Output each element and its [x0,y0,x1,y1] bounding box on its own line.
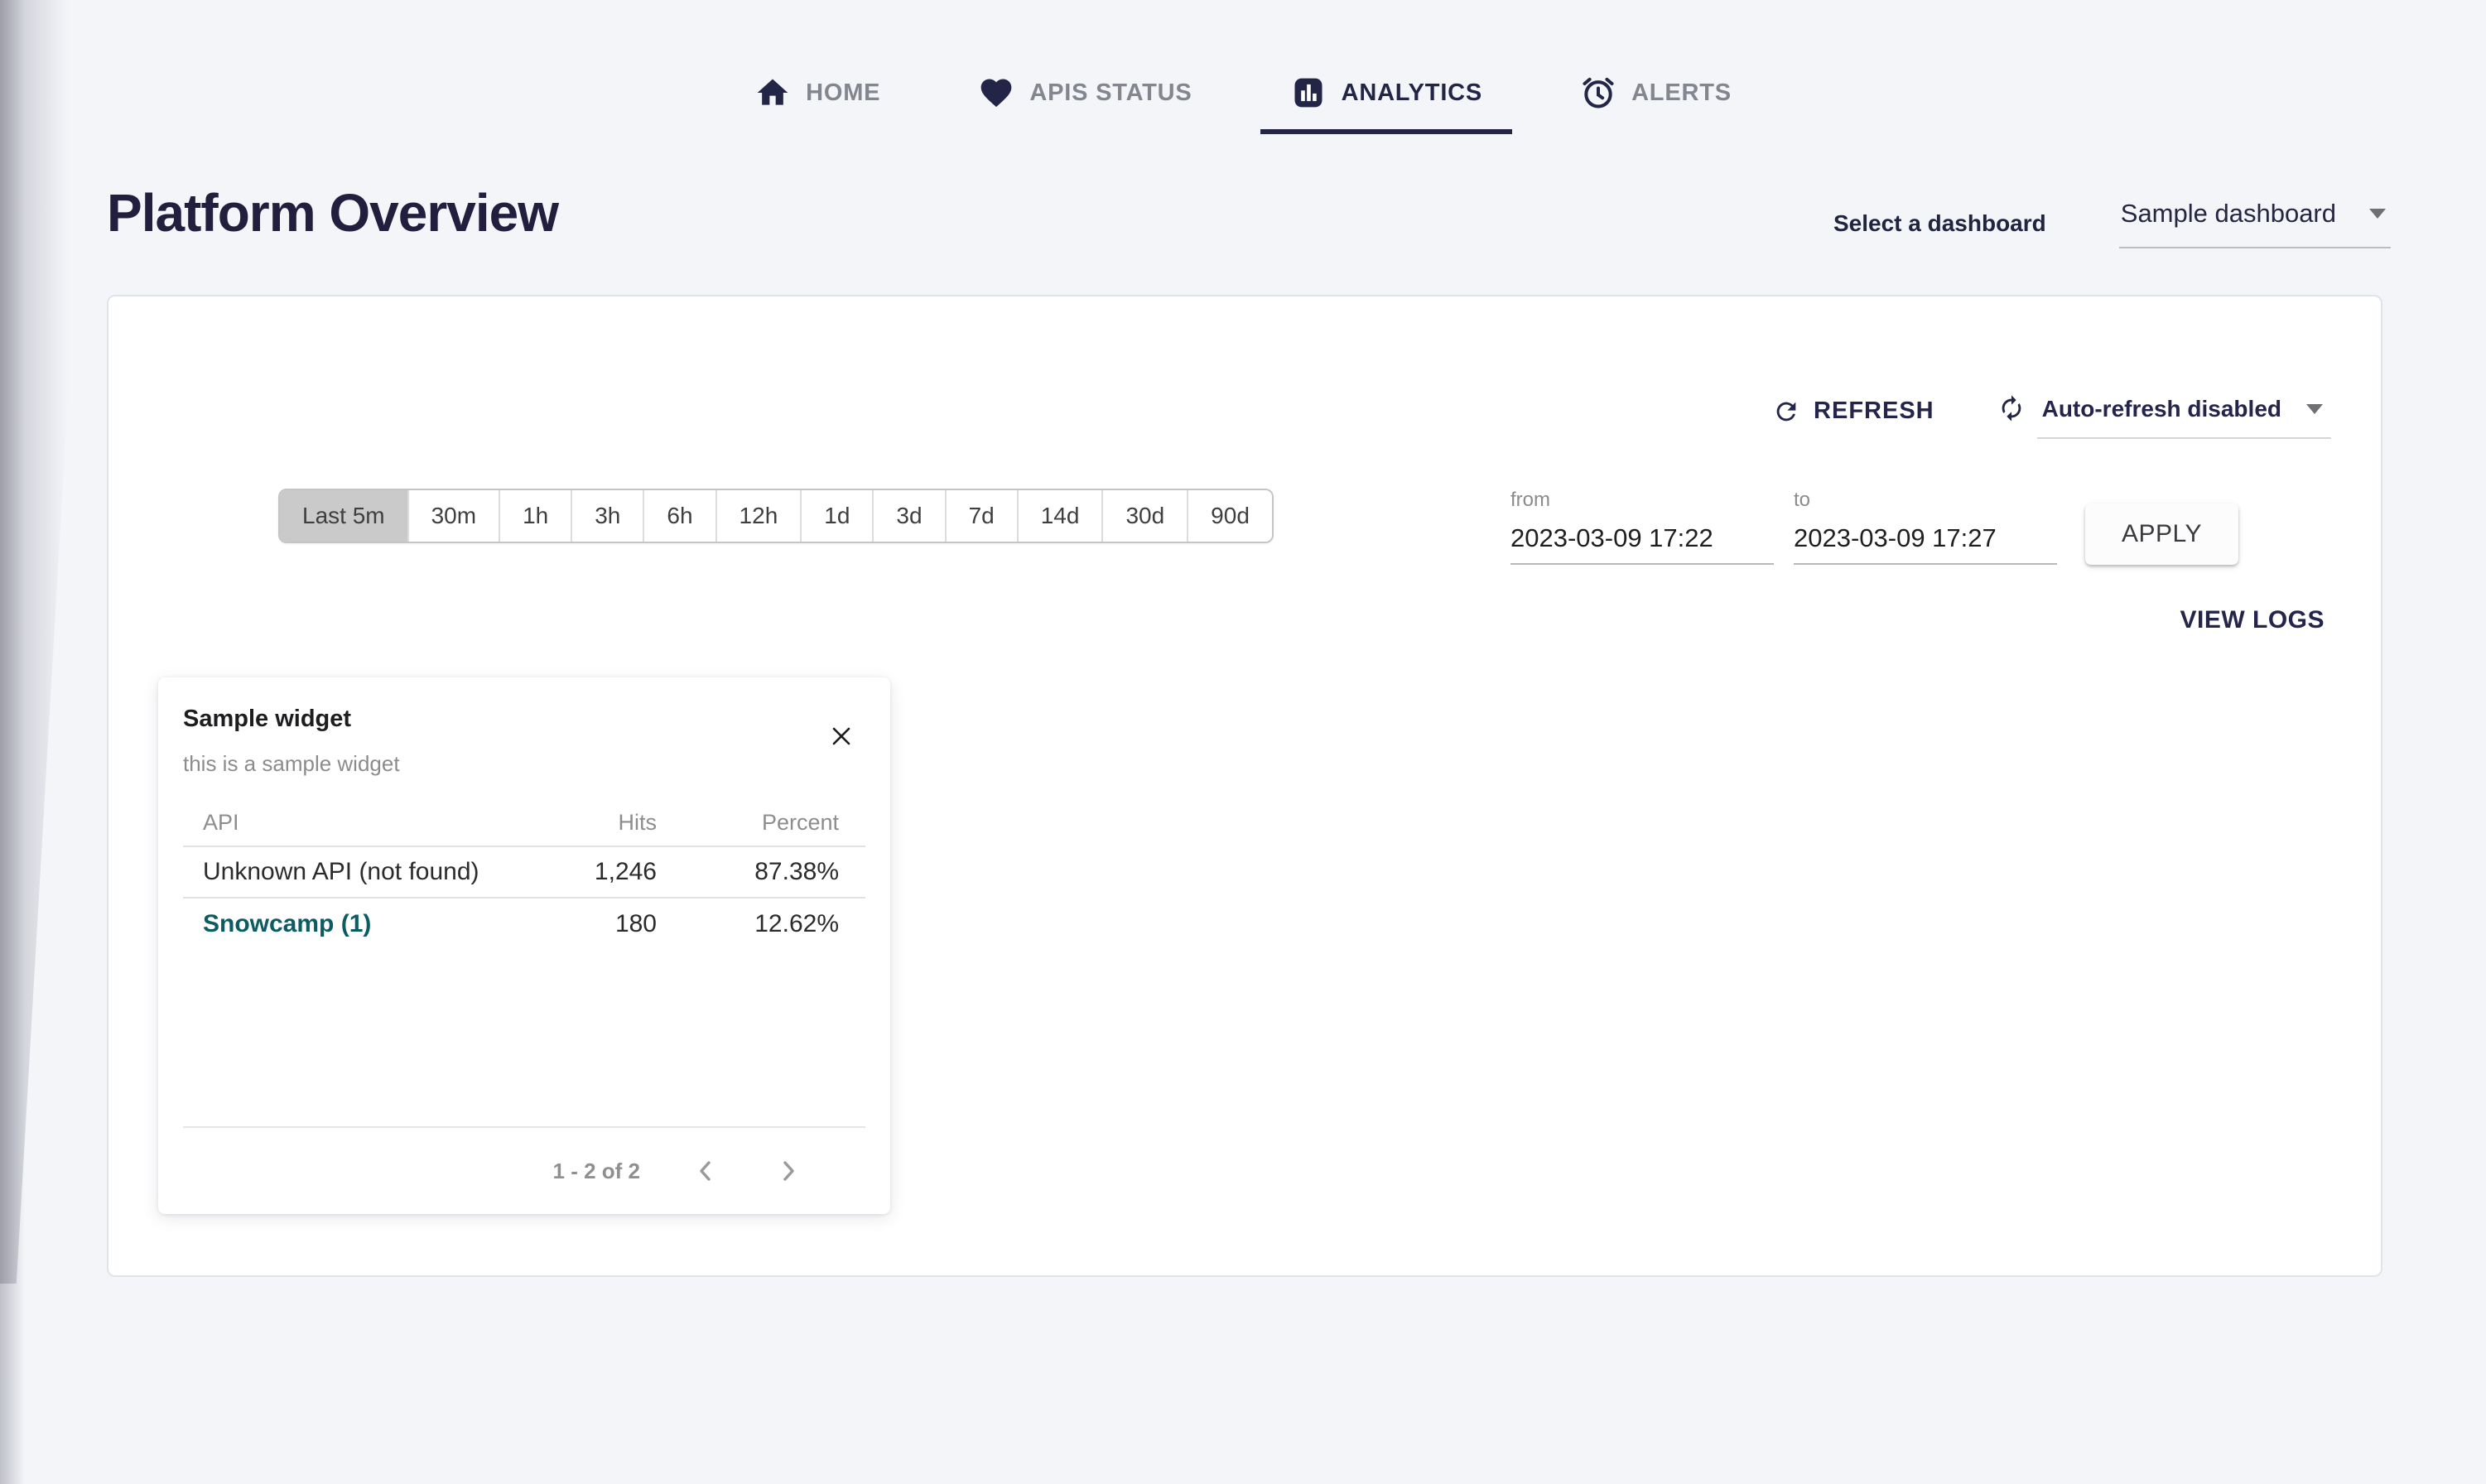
close-icon [829,738,854,752]
time-range-button-1d[interactable]: 1d [800,490,872,542]
nav-label-home: HOME [806,80,880,107]
chevron-left-icon [693,1173,718,1187]
time-range-button-30d[interactable]: 30d [1101,490,1187,542]
heart-icon [978,75,1014,111]
nav-label-apis-status: APIS STATUS [1029,80,1192,107]
nav-item-apis-status[interactable]: APIS STATUS [948,70,1221,134]
widget-subtitle: this is a sample widget [183,751,400,777]
auto-refresh-icon [1997,393,2026,422]
paginator-range-label: 1 - 2 of 2 [553,1159,640,1184]
nav-label-analytics: ANALYTICS [1342,80,1482,107]
left-edge-shadow [0,0,25,1484]
to-field-input[interactable]: 2023-03-09 17:27 [1794,523,2057,565]
time-range-button-12h[interactable]: 12h [715,490,801,542]
time-range-button-last5m[interactable]: Last 5m [280,490,407,542]
view-logs-link[interactable]: VIEW LOGS [2180,606,2325,634]
sample-widget-card: Sample widget this is a sample widget AP… [158,677,890,1214]
cell-hits: 1,246 [526,846,683,898]
column-header-percent[interactable]: Percent [683,800,865,846]
nav-item-home[interactable]: HOME [725,70,910,134]
time-range-button-6h[interactable]: 6h [643,490,715,542]
home-icon [754,75,791,111]
column-header-api[interactable]: API [183,800,526,846]
table-header-row: API Hits Percent [183,800,865,846]
dashboard-select[interactable]: Sample dashboard [2119,199,2391,248]
close-widget-button[interactable] [829,724,854,749]
chevron-down-icon [2369,209,2386,219]
time-range-button-3h[interactable]: 3h [571,490,643,542]
refresh-button[interactable]: REFRESH [1772,393,1934,426]
nav-item-alerts[interactable]: ALERTS [1550,70,1761,134]
time-range-button-14d[interactable]: 14d [1017,490,1102,542]
widget-paginator: 1 - 2 of 2 [183,1126,865,1214]
time-range-button-7d[interactable]: 7d [945,490,1017,542]
time-range-button-30m[interactable]: 30m [407,490,499,542]
cell-api-link[interactable]: Snowcamp (1) [183,898,526,949]
widget-table: API Hits Percent Unknown API (not found)… [183,800,865,949]
refresh-icon [1772,396,1800,426]
time-range-button-3d[interactable]: 3d [872,490,944,542]
refresh-button-label: REFRESH [1814,398,1934,425]
page-header: Platform Overview Select a dashboard Sam… [107,177,2391,248]
table-row: Unknown API (not found) 1,246 87.38% [183,846,865,898]
cell-hits: 180 [526,898,683,949]
time-range-button-90d[interactable]: 90d [1187,490,1272,542]
refresh-toolbar: REFRESH Auto-refresh disabled [158,393,2331,439]
auto-refresh-group: Auto-refresh disabled [1997,393,2331,439]
column-header-hits[interactable]: Hits [526,800,683,846]
datetime-fields: from 2023-03-09 17:22 to 2023-03-09 17:2… [1510,489,2238,565]
chevron-right-icon [776,1173,801,1187]
widget-spacer [158,949,890,1126]
nav-label-alerts: ALERTS [1631,80,1732,107]
page-title: Platform Overview [107,182,558,243]
nav-item-analytics[interactable]: ANALYTICS [1260,70,1512,134]
dashboard-card: REFRESH Auto-refresh disabled Last 5m 30… [107,295,2382,1277]
from-field-label: from [1510,489,1774,512]
dashboard-select-value: Sample dashboard [2121,199,2336,229]
view-logs-row: VIEW LOGS [158,606,2331,634]
widget-header-texts: Sample widget this is a sample widget [183,706,400,777]
auto-refresh-select-value: Auto-refresh disabled [2042,396,2281,422]
to-field-group: to 2023-03-09 17:27 [1794,489,2057,565]
widget-title: Sample widget [183,706,400,733]
from-field-group: from 2023-03-09 17:22 [1510,489,1774,565]
widget-header: Sample widget this is a sample widget [158,677,890,777]
alarm-clock-icon [1580,75,1616,111]
time-range-button-group: Last 5m 30m 1h 3h 6h 12h 1d 3d 7d 14d 30… [278,489,1274,543]
dashboard-select-label: Select a dashboard [1833,210,2046,237]
chevron-down-icon [2306,404,2323,414]
top-navigation: HOME APIS STATUS ANALYTICS ALERTS [0,0,2486,134]
time-range-button-1h[interactable]: 1h [499,490,571,542]
cell-percent: 12.62% [683,898,865,949]
timeframe-row: Last 5m 30m 1h 3h 6h 12h 1d 3d 7d 14d 30… [158,489,2331,565]
apply-button[interactable]: APPLY [2085,504,2238,565]
dashboard-select-group: Select a dashboard Sample dashboard [1833,199,2391,248]
cell-api-name: Unknown API (not found) [183,846,526,898]
bar-chart-icon [1290,75,1327,111]
to-field-label: to [1794,489,2057,512]
previous-page-button[interactable] [688,1154,723,1188]
cell-percent: 87.38% [683,846,865,898]
left-corner-shadow [0,0,91,1284]
auto-refresh-select[interactable]: Auto-refresh disabled [2037,393,2331,439]
next-page-button[interactable] [771,1154,806,1188]
from-field-input[interactable]: 2023-03-09 17:22 [1510,523,1774,565]
table-row: Snowcamp (1) 180 12.62% [183,898,865,949]
